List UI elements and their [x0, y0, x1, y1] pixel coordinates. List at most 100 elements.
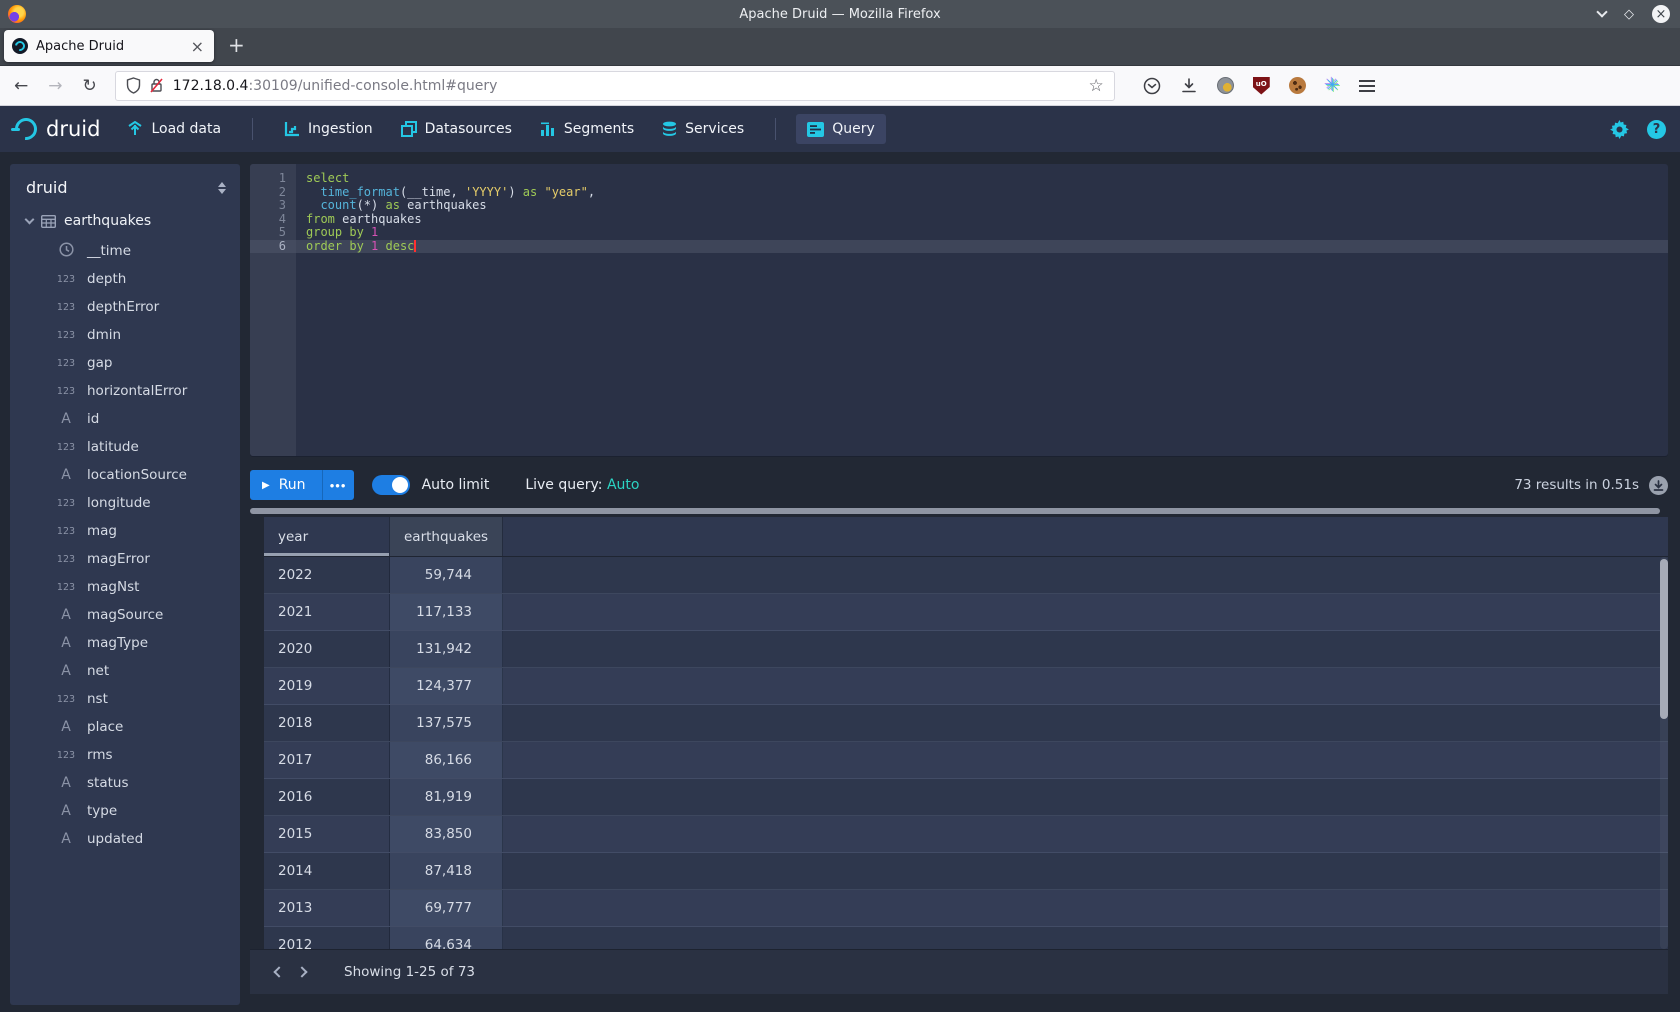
nav-item-ingestion[interactable]: Ingestion: [273, 114, 384, 144]
forward-button[interactable]: →: [48, 76, 62, 96]
url-bar[interactable]: 172.18.0.4:30109/unified-console.html#qu…: [115, 71, 1115, 101]
table-header-row: yearearthquakes: [264, 517, 1668, 557]
code-line-5[interactable]: group by 1: [296, 226, 1668, 240]
column-item-updated[interactable]: Aupdated: [26, 825, 240, 853]
tab-close-icon[interactable]: ×: [189, 37, 206, 56]
druid-brand[interactable]: druid: [46, 117, 100, 141]
code-line-3[interactable]: count(*) as earthquakes: [296, 199, 1668, 213]
live-query-label[interactable]: Live query: Auto: [525, 477, 639, 493]
window-close-icon[interactable]: ×: [1652, 5, 1670, 23]
column-item-mag[interactable]: 123mag: [26, 517, 240, 545]
druid-logo-icon[interactable]: [14, 117, 38, 141]
settings-gear-icon[interactable]: [1610, 120, 1629, 139]
column-item-longitude[interactable]: 123longitude: [26, 489, 240, 517]
sort-icon[interactable]: [218, 182, 226, 194]
back-button[interactable]: ←: [14, 76, 28, 96]
bookmark-star-icon[interactable]: ☆: [1089, 76, 1104, 96]
column-item-dmin[interactable]: 123dmin: [26, 321, 240, 349]
cell-earthquakes[interactable]: 81,919: [390, 779, 503, 815]
insecure-lock-icon[interactable]: [149, 77, 164, 94]
reload-button[interactable]: ↻: [83, 76, 97, 96]
prev-page-button[interactable]: [264, 959, 290, 985]
cell-year[interactable]: 2013: [264, 890, 390, 926]
tracking-shield-icon[interactable]: [126, 77, 141, 94]
cell-earthquakes[interactable]: 124,377: [390, 668, 503, 704]
string-column-icon: A: [54, 411, 78, 427]
horizontal-scrollbar[interactable]: [250, 508, 1668, 514]
chevron-down-icon[interactable]: [25, 215, 35, 225]
column-item-time[interactable]: __time: [26, 237, 240, 265]
cell-earthquakes[interactable]: 87,418: [390, 853, 503, 889]
cell-year[interactable]: 2022: [264, 557, 390, 593]
url-text[interactable]: 172.18.0.4:30109/unified-console.html#qu…: [173, 78, 1089, 94]
auto-limit-toggle[interactable]: [372, 475, 410, 495]
code-line-4[interactable]: from earthquakes: [296, 213, 1668, 227]
column-item-magNst[interactable]: 123magNst: [26, 573, 240, 601]
datasource-earthquakes[interactable]: earthquakes: [26, 213, 240, 229]
extension-asterisk-icon[interactable]: ✳: [1325, 77, 1340, 95]
cell-earthquakes[interactable]: 83,850: [390, 816, 503, 852]
column-item-gap[interactable]: 123gap: [26, 349, 240, 377]
code-line-1[interactable]: select: [296, 172, 1668, 186]
menu-icon[interactable]: [1359, 80, 1375, 92]
nav-item-datasources[interactable]: Datasources: [390, 114, 523, 144]
window-minimize-icon[interactable]: [1596, 6, 1607, 17]
nav-item-load-data[interactable]: Load data: [116, 114, 232, 144]
column-item-id[interactable]: Aid: [26, 405, 240, 433]
column-item-magType[interactable]: AmagType: [26, 629, 240, 657]
downloads-icon[interactable]: [1180, 77, 1198, 95]
cookie-extension-icon[interactable]: [1289, 77, 1306, 94]
column-item-type[interactable]: Atype: [26, 797, 240, 825]
cell-earthquakes[interactable]: 64,634: [390, 927, 503, 949]
cell-year[interactable]: 2012: [264, 927, 390, 949]
column-item-status[interactable]: Astatus: [26, 769, 240, 797]
help-icon[interactable]: ?: [1647, 120, 1666, 139]
column-item-rms[interactable]: 123rms: [26, 741, 240, 769]
cell-year[interactable]: 2018: [264, 705, 390, 741]
column-header-earthquakes[interactable]: earthquakes: [390, 517, 503, 556]
cell-earthquakes[interactable]: 59,744: [390, 557, 503, 593]
column-item-horizontalError[interactable]: 123horizontalError: [26, 377, 240, 405]
new-tab-button[interactable]: +: [228, 33, 245, 57]
column-item-magSource[interactable]: AmagSource: [26, 601, 240, 629]
run-button[interactable]: ▶ Run: [250, 470, 322, 500]
nav-item-segments[interactable]: Segments: [529, 114, 645, 144]
column-header-year[interactable]: year: [264, 517, 390, 556]
cell-earthquakes[interactable]: 131,942: [390, 631, 503, 667]
string-column-icon: A: [54, 635, 78, 651]
code-line-6[interactable]: order by 1 desc: [296, 240, 1668, 254]
column-item-locationSource[interactable]: AlocationSource: [26, 461, 240, 489]
column-item-magError[interactable]: 123magError: [26, 545, 240, 573]
cell-year[interactable]: 2021: [264, 594, 390, 630]
tab-title: Apache Druid: [36, 39, 189, 54]
cell-year[interactable]: 2019: [264, 668, 390, 704]
column-item-depthError[interactable]: 123depthError: [26, 293, 240, 321]
cell-earthquakes[interactable]: 117,133: [390, 594, 503, 630]
cell-year[interactable]: 2014: [264, 853, 390, 889]
nav-item-query[interactable]: Query: [796, 114, 886, 144]
extension-icon[interactable]: [1217, 77, 1234, 94]
cell-year[interactable]: 2020: [264, 631, 390, 667]
column-item-latitude[interactable]: 123latitude: [26, 433, 240, 461]
vertical-scrollbar[interactable]: [1660, 557, 1668, 949]
sql-editor[interactable]: 123456 select time_format(__time, 'YYYY'…: [250, 164, 1668, 456]
cell-year[interactable]: 2015: [264, 816, 390, 852]
pocket-icon[interactable]: [1143, 77, 1161, 95]
ublock-origin-icon[interactable]: uO: [1253, 77, 1270, 95]
column-item-place[interactable]: Aplace: [26, 713, 240, 741]
cell-earthquakes[interactable]: 137,575: [390, 705, 503, 741]
download-results-icon[interactable]: [1649, 476, 1668, 495]
code-line-2[interactable]: time_format(__time, 'YYYY') as "year",: [296, 186, 1668, 200]
run-more-button[interactable]: •••: [322, 470, 354, 500]
column-item-nst[interactable]: 123nst: [26, 685, 240, 713]
cell-year[interactable]: 2017: [264, 742, 390, 778]
cell-earthquakes[interactable]: 86,166: [390, 742, 503, 778]
browser-tab[interactable]: Apache Druid ×: [4, 30, 214, 62]
window-maximize-icon[interactable]: ◇: [1624, 8, 1634, 21]
column-item-net[interactable]: Anet: [26, 657, 240, 685]
next-page-button[interactable]: [290, 959, 316, 985]
column-item-depth[interactable]: 123depth: [26, 265, 240, 293]
nav-item-services[interactable]: Services: [651, 114, 755, 145]
cell-earthquakes[interactable]: 69,777: [390, 890, 503, 926]
cell-year[interactable]: 2016: [264, 779, 390, 815]
